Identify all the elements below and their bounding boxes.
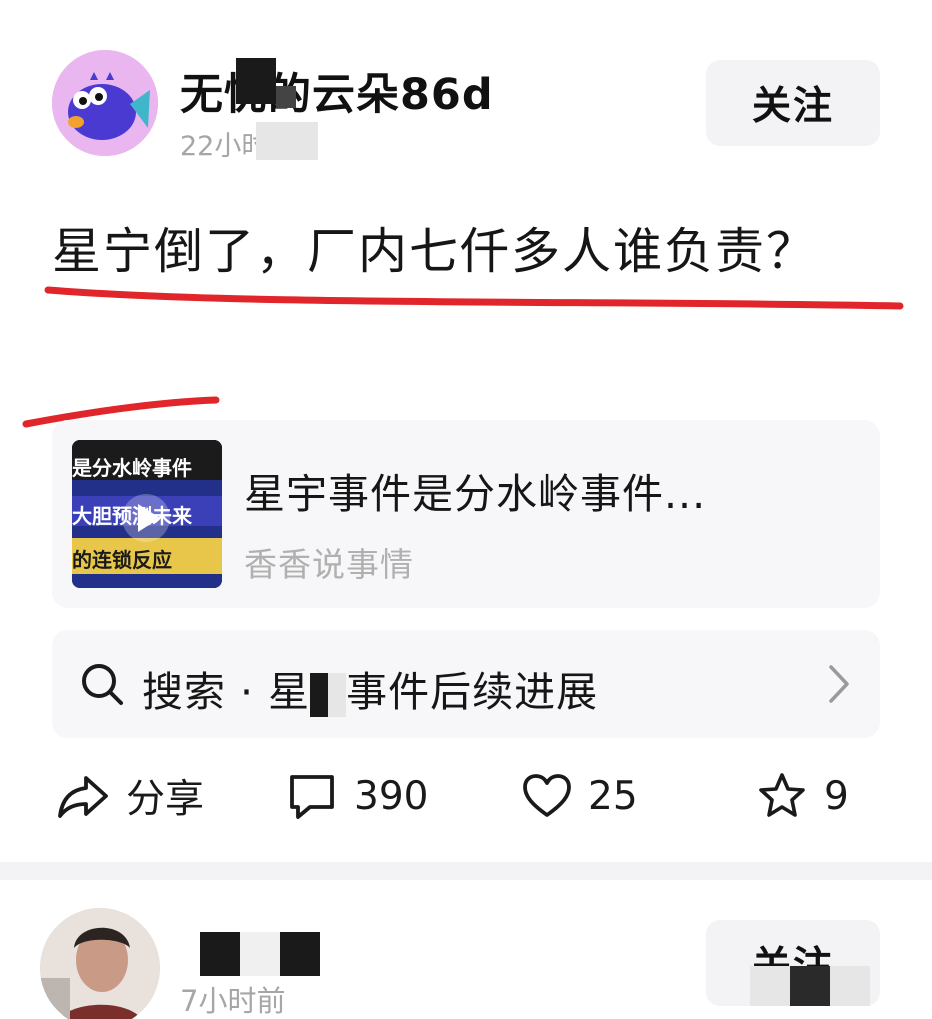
post-card: 无忧的云朵86d 22小时前 关注 星宁倒了，厂内七仟多人谁负责？ 是分水岭事件… — [0, 0, 932, 862]
share-icon — [58, 776, 108, 818]
comment-button[interactable]: 390 — [286, 768, 428, 824]
search-suggestion-prefix: 搜索 · 星 — [142, 668, 311, 716]
comment-count: 390 — [354, 773, 429, 819]
censor-mosaic — [750, 966, 790, 1006]
related-search-bar[interactable]: 搜索 · 星事件后续进展 — [52, 630, 880, 738]
comment-icon — [290, 775, 334, 819]
avatar[interactable] — [40, 908, 160, 1019]
post-text: 星宁倒了，厂内七仟多人谁负责？ — [52, 223, 818, 280]
censor-mosaic — [280, 932, 320, 976]
censor-mosaic — [790, 966, 830, 1006]
share-label: 分享 — [126, 777, 205, 822]
favorite-count: 9 — [824, 773, 849, 819]
next-post-timestamp: 7小时前 — [180, 984, 286, 1018]
search-icon — [82, 664, 123, 705]
heart-icon — [523, 774, 571, 817]
username[interactable]: 无忧的云朵86d — [180, 60, 494, 122]
star-icon — [759, 773, 805, 817]
favorite-button[interactable]: 9 — [756, 768, 849, 824]
chevron-right-icon — [829, 665, 849, 703]
like-button[interactable]: 25 — [522, 768, 638, 824]
thumbnail-caption: 的连锁反应 — [72, 548, 172, 572]
censor-mosaic — [830, 966, 870, 1006]
user-photo-avatar-icon — [40, 908, 160, 1019]
share-button[interactable]: 分享 — [56, 768, 204, 824]
pufferfish-avatar-icon — [52, 50, 158, 156]
search-suggestion-text: 搜索 · 星事件后续进展 — [142, 658, 598, 718]
next-post-card: 7小时前 关注 — [0, 880, 932, 1019]
censor-mosaic — [276, 86, 296, 108]
video-thumbnail[interactable]: 是分水岭事件 大胆预测未来 的连锁反应 — [72, 440, 222, 588]
censor-mosaic — [240, 932, 280, 976]
avatar[interactable] — [52, 50, 158, 156]
censor-mosaic — [200, 932, 240, 976]
search-suggestion-suffix: 事件后续进展 — [346, 668, 599, 716]
censor-mosaic — [256, 122, 318, 160]
like-count: 25 — [588, 773, 638, 819]
thumbnail-caption: 大胆预测未来 — [72, 504, 192, 528]
linked-video-card[interactable]: 是分水岭事件 大胆预测未来 的连锁反应 星宇事件是分水岭事件... 香香说事情 — [52, 420, 880, 608]
post-separator — [0, 862, 932, 880]
thumbnail-caption: 是分水岭事件 — [72, 456, 192, 480]
censor-mosaic — [236, 58, 276, 104]
linked-video-source: 香香说事情 — [244, 545, 414, 584]
censor-mosaic — [310, 673, 347, 717]
linked-video-title[interactable]: 星宇事件是分水岭事件... — [244, 460, 706, 520]
follow-button[interactable]: 关注 — [706, 60, 880, 146]
